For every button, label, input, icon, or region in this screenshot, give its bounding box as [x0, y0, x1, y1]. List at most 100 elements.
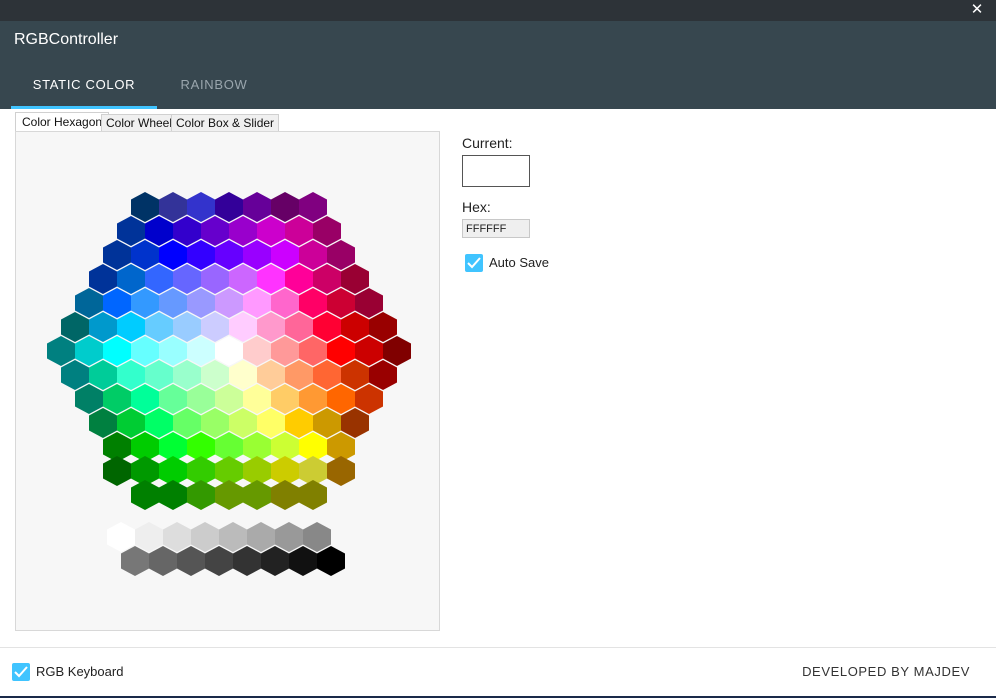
color-hex-cell[interactable]	[75, 288, 103, 318]
color-hex-cell[interactable]	[145, 264, 173, 294]
color-hex-cell[interactable]	[243, 336, 271, 366]
color-hex-cell[interactable]	[75, 336, 103, 366]
color-hex-cell[interactable]	[229, 264, 257, 294]
color-hex-cell[interactable]	[145, 216, 173, 246]
color-hex-cell[interactable]	[271, 336, 299, 366]
gray-hex-cell[interactable]	[205, 546, 233, 576]
color-hex-cell[interactable]	[159, 192, 187, 222]
tab-static-color[interactable]: STATIC COLOR	[11, 67, 157, 109]
color-hex-cell[interactable]	[103, 384, 131, 414]
color-hex-cell[interactable]	[243, 288, 271, 318]
color-hex-cell[interactable]	[103, 288, 131, 318]
color-hex-cell[interactable]	[299, 240, 327, 270]
color-hex-cell[interactable]	[61, 360, 89, 390]
gray-hex-cell[interactable]	[135, 522, 163, 552]
color-hex-cell[interactable]	[117, 264, 145, 294]
color-hex-cell[interactable]	[285, 360, 313, 390]
gray-hex-cell[interactable]	[261, 546, 289, 576]
color-hex-cell[interactable]	[173, 264, 201, 294]
gray-hex-cell[interactable]	[317, 546, 345, 576]
color-hex-cell[interactable]	[313, 264, 341, 294]
color-hex-cell[interactable]	[341, 408, 369, 438]
hex-input[interactable]	[462, 219, 530, 238]
color-hex-cell[interactable]	[313, 312, 341, 342]
color-hex-cell[interactable]	[271, 480, 299, 510]
color-hex-cell[interactable]	[201, 264, 229, 294]
gray-hex-cell[interactable]	[289, 546, 317, 576]
gray-hex-cell[interactable]	[163, 522, 191, 552]
color-hex-cell[interactable]	[355, 288, 383, 318]
color-hex-cell[interactable]	[131, 480, 159, 510]
gray-hex-cell[interactable]	[149, 546, 177, 576]
color-hex-cell[interactable]	[355, 384, 383, 414]
color-hex-cell[interactable]	[229, 312, 257, 342]
color-hex-cell[interactable]	[89, 360, 117, 390]
color-hex-cell[interactable]	[89, 312, 117, 342]
color-hex-cell[interactable]	[215, 336, 243, 366]
color-hex-cell[interactable]	[299, 192, 327, 222]
color-hex-cell[interactable]	[103, 240, 131, 270]
color-hex-cell[interactable]	[117, 216, 145, 246]
color-hex-cell[interactable]	[257, 360, 285, 390]
color-hex-cell[interactable]	[285, 312, 313, 342]
color-hex-cell[interactable]	[103, 336, 131, 366]
color-hex-cell[interactable]	[271, 240, 299, 270]
color-hex-cell[interactable]	[159, 288, 187, 318]
color-hex-cell[interactable]	[159, 384, 187, 414]
color-hex-cell[interactable]	[243, 240, 271, 270]
tab-rainbow[interactable]: RAINBOW	[160, 67, 268, 109]
gray-hex-cell[interactable]	[219, 522, 247, 552]
color-hex-cell[interactable]	[131, 288, 159, 318]
color-hex-cell[interactable]	[257, 216, 285, 246]
gray-hex-cell[interactable]	[275, 522, 303, 552]
color-hex-cell[interactable]	[271, 288, 299, 318]
color-hex-cell[interactable]	[159, 240, 187, 270]
gray-hex-cell[interactable]	[247, 522, 275, 552]
color-hex-cell[interactable]	[173, 408, 201, 438]
color-hex-cell[interactable]	[285, 264, 313, 294]
color-hex-cell[interactable]	[201, 216, 229, 246]
color-hexagon-grid[interactable]	[16, 132, 441, 632]
gray-hex-cell[interactable]	[303, 522, 331, 552]
color-hex-cell[interactable]	[159, 480, 187, 510]
color-hex-cell[interactable]	[271, 384, 299, 414]
color-hex-cell[interactable]	[285, 216, 313, 246]
color-hex-cell[interactable]	[271, 192, 299, 222]
color-hex-cell[interactable]	[285, 408, 313, 438]
color-hex-cell[interactable]	[299, 288, 327, 318]
color-hex-cell[interactable]	[369, 312, 397, 342]
color-hex-cell[interactable]	[229, 216, 257, 246]
color-hex-cell[interactable]	[201, 408, 229, 438]
color-hex-cell[interactable]	[215, 384, 243, 414]
color-hex-cell[interactable]	[145, 408, 173, 438]
color-hex-cell[interactable]	[327, 288, 355, 318]
color-hex-cell[interactable]	[159, 336, 187, 366]
gray-hex-cell[interactable]	[191, 522, 219, 552]
color-hex-cell[interactable]	[145, 312, 173, 342]
color-hex-cell[interactable]	[117, 360, 145, 390]
color-hex-cell[interactable]	[229, 360, 257, 390]
color-hex-cell[interactable]	[201, 360, 229, 390]
color-hex-cell[interactable]	[257, 408, 285, 438]
color-hex-cell[interactable]	[131, 384, 159, 414]
auto-save-checkbox[interactable]	[465, 254, 483, 272]
color-hex-cell[interactable]	[341, 264, 369, 294]
color-hex-cell[interactable]	[173, 216, 201, 246]
color-hex-cell[interactable]	[327, 240, 355, 270]
color-hex-cell[interactable]	[327, 336, 355, 366]
color-hex-cell[interactable]	[173, 312, 201, 342]
color-hex-cell[interactable]	[299, 480, 327, 510]
color-hex-cell[interactable]	[313, 216, 341, 246]
gray-hex-cell[interactable]	[121, 546, 149, 576]
gray-hex-cell[interactable]	[107, 522, 135, 552]
color-hex-cell[interactable]	[229, 408, 257, 438]
color-hex-cell[interactable]	[327, 384, 355, 414]
color-hex-cell[interactable]	[173, 360, 201, 390]
color-hex-cell[interactable]	[89, 408, 117, 438]
color-hex-cell[interactable]	[117, 312, 145, 342]
color-hex-cell[interactable]	[299, 384, 327, 414]
color-hex-cell[interactable]	[313, 408, 341, 438]
gray-hex-cell[interactable]	[177, 546, 205, 576]
color-hex-cell[interactable]	[257, 264, 285, 294]
color-hex-cell[interactable]	[131, 192, 159, 222]
